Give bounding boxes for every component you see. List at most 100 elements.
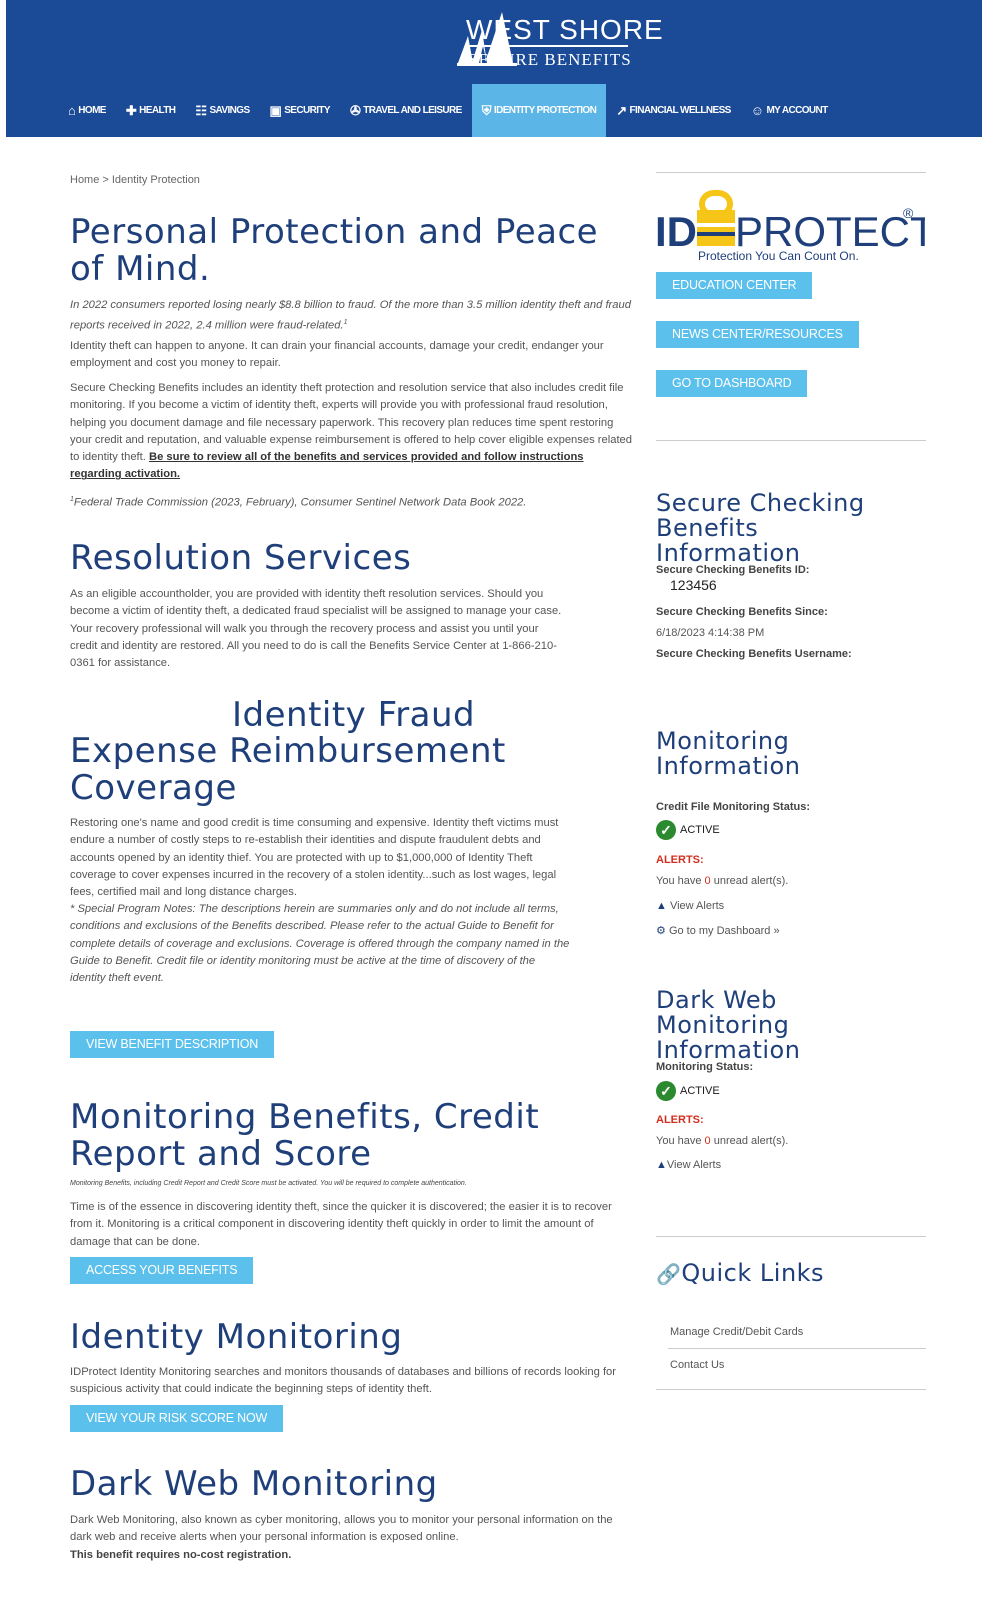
main-nav: ⌂ HOME ✚ HEALTH ☷ SAVINGS ▣ SECURITY ✇ TRAVEL… — [6, 84, 982, 137]
view-risk-score-button[interactable]: VIEW YOUR RISK SCORE NOW — [70, 1405, 284, 1432]
link-label: View Alerts — [669, 900, 725, 912]
news-center-button[interactable]: NEWS CENTER/RESOURCES — [656, 321, 859, 348]
view-benefit-description-button[interactable]: VIEW BENEFIT DESCRIPTION — [70, 1031, 275, 1058]
paragraph: Time is of the essence in discovering id… — [70, 1201, 612, 1248]
alerts-label: ALERTS: — [656, 854, 704, 866]
section-title-monitoring: Monitoring Benefits, Credit Report and S… — [70, 1097, 540, 1174]
nav-health[interactable]: ✚ HEALTH — [116, 84, 186, 137]
scb-username-label: Secure Checking Benefits Username: — [656, 648, 852, 660]
paragraph: Secure Checking Benefits includes an ide… — [70, 380, 635, 484]
alerts-suffix: unread alert(s). — [713, 875, 789, 887]
access-your-benefits-button[interactable]: ACCESS YOUR BENEFITS — [70, 1257, 254, 1284]
divider — [656, 1236, 926, 1237]
alert-count: 0 — [704, 1135, 711, 1147]
scb-id-value: 123456 — [670, 577, 717, 593]
breadcrumb[interactable]: Home > Identity Protection — [70, 174, 200, 186]
unread-alerts-text: You have 0 unread alert(s). — [656, 875, 788, 887]
credit-monitoring-status-label: Credit File Monitoring Status: — [656, 801, 810, 813]
section-title-fraud: Expense Reimbursement Coverage — [70, 731, 506, 808]
paragraph: Restoring one's name and good credit is … — [70, 817, 559, 899]
brand-divider — [466, 45, 628, 47]
status-text: ACTIVE — [680, 1085, 720, 1097]
view-alerts-link[interactable]: ▲View Alerts — [656, 1159, 721, 1171]
program-notes: * Special Program Notes: The description… — [70, 903, 570, 985]
idprotect-id: ID — [655, 208, 697, 255]
idprotect-tagline: Protection You Can Count On. — [698, 249, 859, 263]
paragraph: Identity theft can happen to anyone. It … — [70, 340, 604, 370]
registration-note: This benefit requires no-cost registrati… — [70, 1549, 292, 1561]
alerts-label: ALERTS: — [656, 1114, 704, 1126]
quick-links-title: 🔗Quick Links — [656, 1261, 824, 1287]
medkit-icon: ✚ — [125, 102, 137, 118]
section-title-resolution: Resolution Services — [70, 538, 412, 578]
view-alerts-link[interactable]: ▲ View Alerts — [656, 900, 724, 912]
section-title-identity-monitoring: Identity Monitoring — [70, 1317, 403, 1357]
alerts-prefix: You have — [656, 1135, 702, 1147]
quick-link-manage-cards[interactable]: Manage Credit/Debit Cards — [670, 1326, 803, 1338]
quick-link-contact-us[interactable]: Contact Us — [670, 1359, 724, 1371]
alerts-prefix: You have — [656, 875, 702, 887]
dark-web-status: ✓ ACTIVE — [656, 1081, 720, 1101]
user-icon: ☺ — [750, 103, 764, 118]
nav-identity-protection[interactable]: ⛨ IDENTITY PROTECTION — [471, 84, 607, 137]
nav-financial-wellness[interactable]: ↗ FINANCIAL WELLNESS — [606, 84, 741, 137]
nav-travel[interactable]: ✇ TRAVEL AND LEISURE — [340, 84, 472, 137]
paragraph: As an eligible accountholder, you are pr… — [70, 588, 562, 670]
dark-web-status-label: Monitoring Status: — [656, 1061, 754, 1073]
activation-note: Monitoring Benefits, including Credit Re… — [70, 1180, 467, 1187]
quick-links-label: Quick Links — [681, 1259, 825, 1287]
scb-since-label: Secure Checking Benefits Since: — [656, 606, 828, 618]
home-icon: ⌂ — [68, 103, 76, 118]
monitoring-info-title: Monitoring Information — [656, 727, 801, 780]
footnote-ref: 1 — [343, 319, 348, 327]
check-circle-icon: ✓ — [656, 1081, 676, 1101]
nav-label: IDENTITY PROTECTION — [493, 105, 597, 116]
divider — [656, 440, 926, 441]
dashboard-link[interactable]: ⚙ Go to my Dashboard » — [656, 924, 780, 937]
nav-security[interactable]: ▣ SECURITY — [260, 84, 340, 137]
intro-italic: In 2022 consumers reported losing nearly… — [70, 299, 631, 333]
check-circle-icon: ✓ — [656, 820, 676, 840]
scb-info-title: Secure Checking Benefits Information — [656, 489, 865, 567]
warning-icon: ▲ — [656, 900, 667, 912]
intro-text: In 2022 consumers reported losing nearly… — [70, 297, 632, 335]
dashboard-icon: ⚙ — [656, 925, 666, 937]
divider — [656, 172, 926, 173]
shield-icon: ⛨ — [481, 102, 492, 118]
link-icon: 🔗 — [656, 1262, 682, 1286]
idprotect-registered: ® — [903, 205, 914, 221]
nav-label: MY ACCOUNT — [766, 105, 828, 116]
nav-home[interactable]: ⌂ HOME — [58, 84, 116, 137]
nav-my-account[interactable]: ☺ MY ACCOUNT — [741, 84, 838, 137]
dark-web-info-title: Dark Web Monitoring Information — [656, 986, 801, 1064]
brand-subtitle[interactable]: SECURE BENEFITS — [468, 50, 632, 70]
nav-label: HOME — [78, 105, 106, 116]
unread-alerts-text: You have 0 unread alert(s). — [656, 1135, 788, 1147]
brand-name[interactable]: WEST SHORE — [466, 14, 664, 46]
section-title-dark-web: Dark Web Monitoring — [70, 1464, 438, 1504]
alerts-suffix: unread alert(s). — [713, 1135, 789, 1147]
warning-icon: ▲ — [656, 1159, 667, 1171]
link-label: View Alerts — [666, 1159, 722, 1171]
alert-count: 0 — [704, 875, 711, 887]
paragraph: IDProtect Identity Monitoring searches a… — [70, 1366, 617, 1396]
review-benefits-link[interactable]: Be sure to review all of the benefits an… — [70, 451, 584, 480]
suitcase-icon: ✇ — [349, 102, 361, 118]
divider — [656, 1389, 926, 1390]
cart-icon: ☷ — [195, 102, 207, 118]
credit-monitoring-status: ✓ ACTIVE — [656, 820, 720, 840]
external-link-icon: ↗ — [616, 102, 627, 118]
nav-savings[interactable]: ☷ SAVINGS — [185, 84, 259, 137]
status-text: ACTIVE — [680, 824, 720, 836]
page-title: Personal Protection and Peace of Mind. — [70, 212, 599, 289]
nav-label: TRAVEL AND LEISURE — [363, 105, 462, 116]
go-to-dashboard-button[interactable]: GO TO DASHBOARD — [656, 370, 808, 397]
education-center-button[interactable]: EDUCATION CENTER — [656, 272, 813, 299]
nav-label: HEALTH — [139, 105, 176, 116]
scb-since-value: 6/18/2023 4:14:38 PM — [656, 627, 765, 639]
section-title-fraud-line1: Identity Fraud — [232, 695, 476, 735]
link-label: Go to my Dashboard » — [668, 925, 780, 937]
idprotect-protect: PROTECT — [735, 208, 925, 255]
nav-label: FINANCIAL WELLNESS — [629, 105, 732, 116]
divider — [668, 1348, 926, 1349]
